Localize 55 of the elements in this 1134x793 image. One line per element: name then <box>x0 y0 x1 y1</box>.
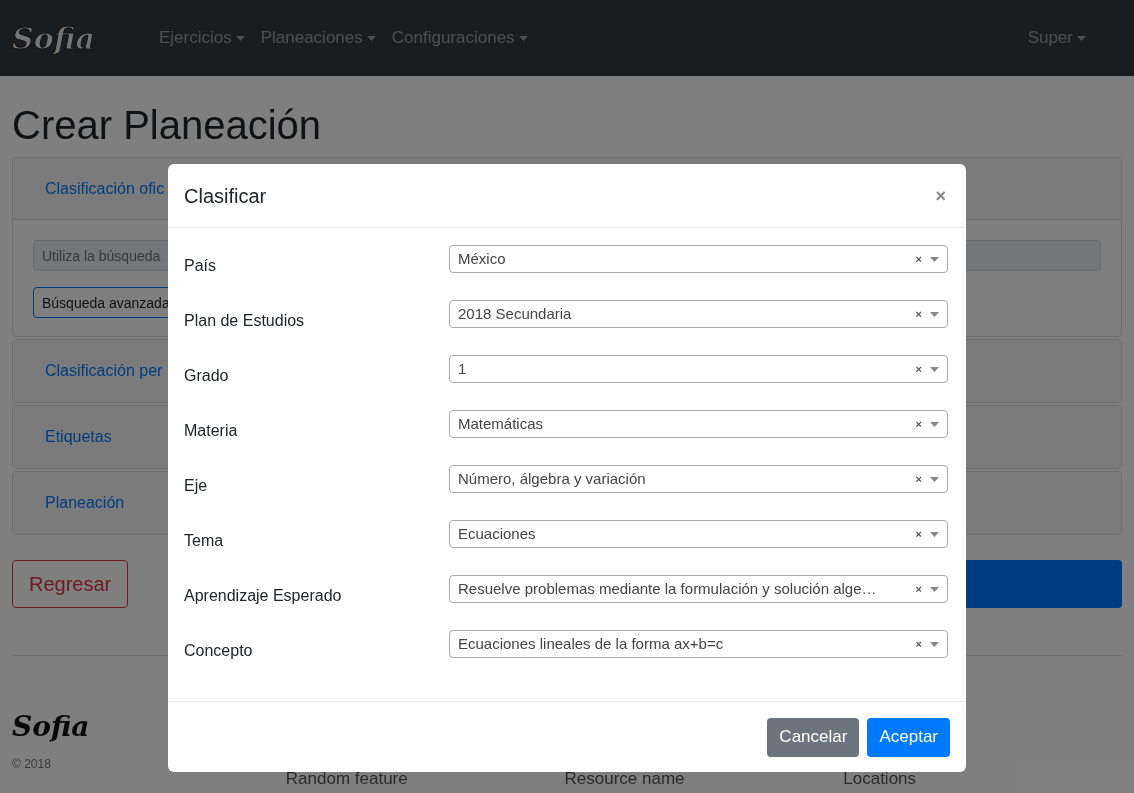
clear-button[interactable]: × <box>915 360 922 378</box>
caret-icon <box>1077 35 1086 41</box>
caret-icon <box>366 35 376 41</box>
footer-heading: Locations <box>843 768 918 790</box>
dialog-title: Clasificar <box>184 183 267 209</box>
sofia-logo: Sofia <box>12 709 91 745</box>
sofia-logo: Sofia <box>12 19 95 58</box>
select-field[interactable]: 1 × <box>449 355 948 383</box>
field-label: Eje <box>184 476 209 496</box>
footer-heading: Random feature <box>285 768 409 790</box>
select-field[interactable]: México × <box>449 245 948 273</box>
caret-icon <box>930 531 939 537</box>
select-value: Resuelve problemas mediante la formulación y solución alge… <box>458 578 878 599</box>
caret-icon <box>930 311 939 317</box>
select-field[interactable]: Número, álgebra y variación × <box>449 465 948 493</box>
caret-icon <box>930 421 939 427</box>
clear-button[interactable]: × <box>915 305 922 323</box>
select-value: Ecuaciones lineales de la forma ax+b=c <box>458 633 725 654</box>
clear-button[interactable]: × <box>915 250 922 268</box>
select-field[interactable]: Ecuaciones lineales de la forma ax+b=c × <box>449 630 948 658</box>
select-value: Matemáticas <box>458 413 545 434</box>
select-field[interactable]: Matemáticas × <box>449 410 948 438</box>
caret-icon <box>930 586 939 592</box>
caret-icon <box>930 366 939 372</box>
caret-icon <box>930 641 939 647</box>
field-label: País <box>184 256 217 276</box>
select-value: Número, álgebra y variación <box>458 468 647 489</box>
select-value: Ecuaciones <box>458 523 537 544</box>
select-value: México <box>458 248 507 269</box>
field-label: Materia <box>184 421 239 441</box>
field-label: Plan de Estudios <box>184 311 306 331</box>
field-label: Aprendizaje Esperado <box>184 586 343 606</box>
select-field[interactable]: 2018 Secundaria × <box>449 300 948 328</box>
page-title: Crear Planeación <box>12 102 323 149</box>
field-label: Concepto <box>184 641 254 661</box>
clear-button[interactable]: × <box>915 525 922 543</box>
clear-button[interactable]: × <box>915 470 922 488</box>
select-value: 2018 Secundaria <box>458 303 573 324</box>
footer-heading: Resource name <box>564 768 686 790</box>
caret-icon <box>930 476 939 482</box>
clear-button[interactable]: × <box>915 580 922 598</box>
field-label: Grado <box>184 366 230 386</box>
dialog-button[interactable]: Cancelar <box>767 717 860 757</box>
copyright-text: © 2018 <box>12 756 52 772</box>
caret-icon <box>518 35 528 41</box>
clear-button[interactable]: × <box>915 415 922 433</box>
dialog-button[interactable]: Aceptar <box>867 717 950 757</box>
close-button[interactable]: × <box>935 181 946 210</box>
caret-icon <box>930 256 939 262</box>
field-label: Tema <box>184 531 225 551</box>
clear-button[interactable]: × <box>915 635 922 653</box>
select-value: 1 <box>458 358 468 379</box>
select-field[interactable]: Resuelve problemas mediante la formulación y solución alge… × <box>449 575 948 603</box>
select-field[interactable]: Ecuaciones × <box>449 520 948 548</box>
caret-icon <box>235 35 245 41</box>
